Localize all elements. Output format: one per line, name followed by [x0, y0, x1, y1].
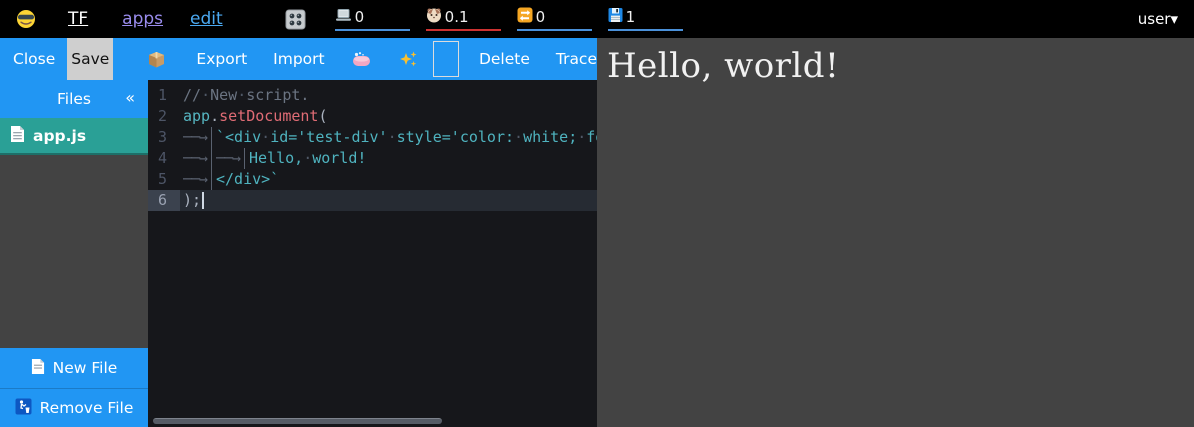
new-file-icon: [31, 358, 45, 379]
edit-link[interactable]: edit: [190, 9, 223, 29]
trace-button[interactable]: Trace: [556, 50, 597, 68]
metric-hamster[interactable]: 0.1: [426, 7, 501, 31]
code-line-6[interactable]: );: [180, 190, 597, 211]
sunglasses-face-icon: [16, 9, 36, 29]
preview-heading: Hello, world!: [607, 46, 1194, 86]
code-token: ·: [577, 128, 586, 146]
code-line-4[interactable]: Hello,·world!: [180, 148, 597, 169]
sidebar-empty-area: [0, 155, 148, 348]
brand-link[interactable]: TF: [68, 9, 88, 29]
line-number: 4: [148, 148, 180, 169]
line-number: 5: [148, 169, 180, 190]
metric-laptop-value: 0: [355, 9, 365, 25]
ide-region: Close Save Export Import: [0, 38, 597, 427]
code-line-3[interactable]: `<div·id='test-div'·style='color:·white;…: [180, 127, 597, 148]
remove-file-label: Remove File: [40, 399, 134, 417]
files-header: Files «: [0, 80, 148, 118]
apps-link[interactable]: apps: [122, 9, 163, 29]
close-button[interactable]: Close: [13, 50, 55, 68]
new-file-button[interactable]: New File: [0, 348, 148, 388]
save-button[interactable]: Save: [67, 38, 113, 80]
import-button[interactable]: Import: [273, 50, 324, 68]
export-button[interactable]: Export: [196, 50, 247, 68]
code-token: .: [210, 107, 219, 125]
code-line-1[interactable]: //·New·script.: [180, 85, 597, 106]
user-menu[interactable]: user▾: [1138, 10, 1178, 28]
text-cursor: [202, 192, 204, 209]
metric-floppy[interactable]: 1: [608, 7, 683, 31]
tab-marker: [216, 148, 245, 169]
remove-file-button[interactable]: Remove File: [0, 388, 148, 427]
code-editor[interactable]: 123456 //·New·script.app.setDocument(`<d…: [148, 80, 597, 427]
file-sidebar: Files « app.js: [0, 80, 148, 427]
code-token: New: [210, 86, 237, 104]
line-number: 6: [148, 190, 180, 211]
horizontal-scrollbar[interactable]: [153, 418, 442, 424]
laptop-icon: [335, 7, 352, 27]
sparkles-icon[interactable]: [399, 50, 418, 69]
metric-hamster-value: 0.1: [445, 9, 469, 25]
code-token: setDocument: [219, 107, 318, 125]
metric-laptop[interactable]: 0: [335, 7, 410, 31]
code-line-2[interactable]: app.setDocument(: [180, 106, 597, 127]
preview-pane: Hello, world!: [597, 38, 1194, 427]
code-line-5[interactable]: </div>`: [180, 169, 597, 190]
code-token: ·: [237, 86, 246, 104]
code-token: style='color:: [397, 128, 514, 146]
code-token: script.: [246, 86, 309, 104]
code-token: font: [586, 128, 597, 146]
code-token: app: [183, 107, 210, 125]
code-token: ·: [388, 128, 397, 146]
line-number: 1: [148, 85, 180, 106]
floppy-icon: [608, 7, 623, 27]
code-token: );: [183, 191, 201, 209]
collapse-sidebar-button[interactable]: «: [125, 88, 135, 107]
new-file-label: New File: [53, 359, 118, 377]
litter-bin-icon: [15, 398, 32, 419]
code-token: `<div: [216, 128, 261, 146]
tab-marker: [183, 169, 212, 190]
code-area[interactable]: //·New·script.app.setDocument(`<div·id='…: [180, 85, 597, 211]
file-icon: [10, 125, 25, 147]
editor-scroll-area: 123456 //·New·script.app.setDocument(`<d…: [148, 80, 597, 211]
editor-toolbar: Close Save Export Import: [0, 38, 597, 80]
line-number-gutter: 123456: [148, 85, 180, 211]
top-bar: TF apps edit 0: [0, 0, 1194, 38]
metric-floppy-value: 1: [626, 9, 636, 25]
delete-button[interactable]: Delete: [479, 50, 530, 68]
code-token: ·: [303, 149, 312, 167]
code-token: ·: [201, 86, 210, 104]
repeat-icon: [517, 7, 533, 27]
line-number: 3: [148, 127, 180, 148]
code-token: </div>`: [216, 170, 279, 188]
content: Close Save Export Import: [0, 38, 1194, 427]
code-token: ·: [261, 128, 270, 146]
code-token: (: [318, 107, 327, 125]
soap-icon[interactable]: [352, 51, 371, 68]
editor-body: Files « app.js: [0, 80, 597, 427]
file-name: app.js: [33, 127, 86, 145]
empty-input-box[interactable]: [433, 41, 459, 77]
code-token: //: [183, 86, 201, 104]
line-number: 2: [148, 106, 180, 127]
tab-marker: [183, 148, 212, 169]
files-header-label: Files: [57, 90, 91, 108]
code-token: world!: [312, 149, 366, 167]
metric-repeat-value: 0: [536, 9, 546, 25]
metric-repeat[interactable]: 0: [517, 7, 592, 31]
hamster-icon: [426, 7, 442, 27]
code-token: id='test-div': [270, 128, 387, 146]
tab-marker: [183, 127, 212, 148]
code-token: Hello,: [249, 149, 303, 167]
package-icon[interactable]: [147, 50, 166, 69]
dice-grid-icon[interactable]: [285, 9, 306, 30]
code-token: white;: [523, 128, 577, 146]
code-token: ·: [514, 128, 523, 146]
file-item-appjs[interactable]: app.js: [0, 118, 148, 155]
